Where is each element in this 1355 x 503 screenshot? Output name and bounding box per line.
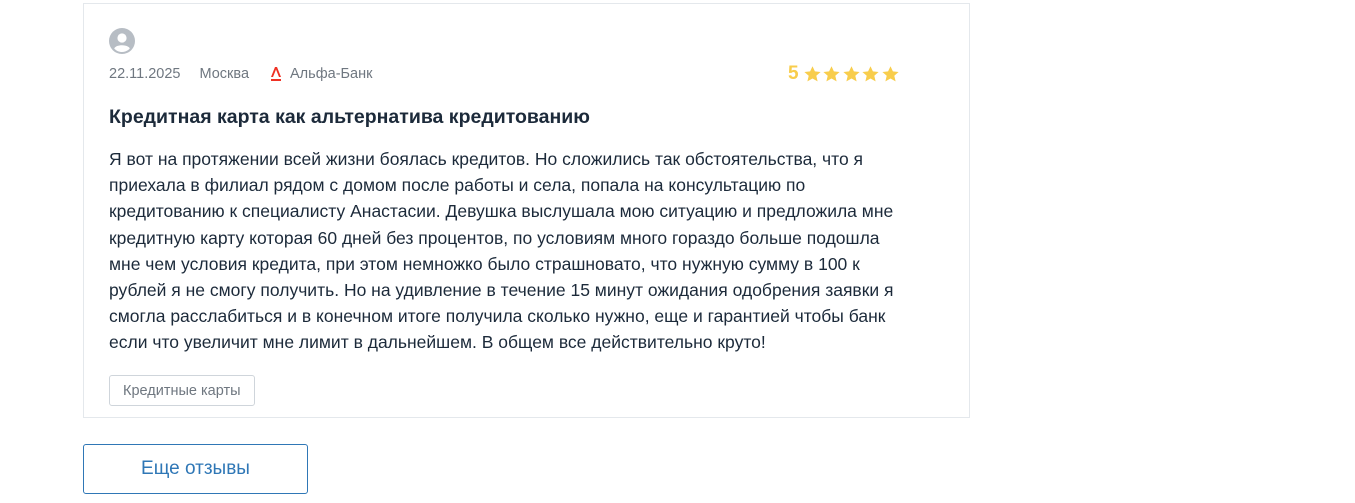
review-text-line: кредитную карту которая 60 дней без проц… bbox=[109, 227, 880, 248]
review-meta: 22.11.2025 Москва Альфа-Банк bbox=[109, 65, 372, 83]
review-city: Москва bbox=[199, 66, 250, 82]
review-rating: 5 bbox=[788, 63, 900, 85]
review-text-line: приехала в филиал рядом с домом после ра… bbox=[109, 175, 806, 196]
review-date: 22.11.2025 bbox=[109, 66, 181, 82]
review-text-line: если что увеличит мне лимит в дальнейшем… bbox=[109, 332, 766, 353]
review-bank-link[interactable]: Альфа-Банк bbox=[290, 66, 372, 82]
review-text: Я вот на протяжении всей жизни боялась к… bbox=[109, 146, 949, 356]
review-text-line: кредитованию к специалисту Анастасии. Де… bbox=[109, 201, 894, 222]
review-text-line: смогла расслабиться и в конечном итоге п… bbox=[109, 306, 886, 327]
star-icon bbox=[881, 65, 900, 84]
star-icon bbox=[861, 65, 880, 84]
review-text-line: рублей я не смогу получить. Но на удивле… bbox=[109, 280, 894, 301]
more-reviews-button[interactable]: Еще отзывы bbox=[83, 444, 308, 494]
star-icon bbox=[842, 65, 861, 84]
star-icon bbox=[822, 65, 841, 84]
review-title[interactable]: Кредитная карта как альтернатива кредито… bbox=[109, 106, 590, 129]
star-icon bbox=[803, 65, 822, 84]
review-card: 22.11.2025 Москва Альфа-Банк 5 Кредитная… bbox=[83, 3, 970, 418]
review-text-line: мне чем условия кредита, при этом немнож… bbox=[109, 253, 860, 274]
alfa-bank-logo-icon bbox=[270, 65, 282, 83]
tag-credit-cards[interactable]: Кредитные карты bbox=[109, 375, 255, 406]
rating-stars bbox=[803, 65, 901, 84]
user-avatar-icon bbox=[109, 28, 135, 54]
review-text-line: Я вот на протяжении всей жизни боялась к… bbox=[109, 149, 864, 169]
rating-score: 5 bbox=[788, 63, 799, 84]
